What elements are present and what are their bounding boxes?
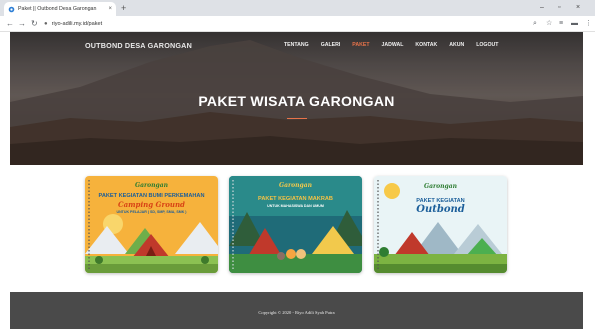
minimize-button[interactable]: – bbox=[540, 1, 544, 15]
nav-item-akun[interactable]: AKUN bbox=[449, 42, 464, 48]
tab-title: Paket || Outbond Desa Garongan bbox=[18, 6, 97, 12]
footer: Copyright © 2020 - Riyo Adili Syah Putra bbox=[10, 292, 583, 329]
nav-item-galeri[interactable]: GALERI bbox=[321, 42, 341, 48]
new-tab-button[interactable]: + bbox=[121, 2, 126, 14]
card-logo: Garongan bbox=[424, 183, 457, 190]
nav-item-logout[interactable]: LOGOUT bbox=[476, 42, 498, 48]
nav-item-tentang[interactable]: TENTANG bbox=[284, 42, 309, 48]
star-icon[interactable]: ☆ bbox=[546, 17, 552, 31]
hero-banner: OUTBOND DESA GARONGAN TENTANG GALERI PAK… bbox=[10, 32, 583, 165]
nav-item-jadwal[interactable]: JADWAL bbox=[382, 42, 404, 48]
extension-icon[interactable]: ▬ bbox=[571, 17, 578, 31]
card-title: PAKET KEGIATAN BUMI PERKEMAHAN bbox=[98, 193, 205, 199]
page-content: OUTBOND DESA GARONGAN TENTANG GALERI PAK… bbox=[0, 32, 595, 329]
tab-close-icon[interactable]: × bbox=[108, 6, 112, 12]
main-menu: TENTANG GALERI PAKET JADWAL KONTAK AKUN … bbox=[284, 42, 498, 48]
browser-tab[interactable]: Paket || Outbond Desa Garongan × bbox=[4, 2, 116, 16]
zoom-icon[interactable]: ⌕ bbox=[533, 17, 537, 31]
reload-icon[interactable]: ↻ bbox=[31, 17, 38, 31]
makrab-illustration bbox=[229, 176, 362, 273]
package-card-outbond[interactable]: Garongan PAKET KEGIATAN Outbond bbox=[374, 176, 507, 273]
menu-icon[interactable]: ⋮ bbox=[585, 17, 592, 31]
title-underline bbox=[287, 118, 307, 119]
media-icon[interactable]: ≡ bbox=[559, 17, 563, 31]
card-logo: Garongan bbox=[279, 182, 312, 189]
card-audience: UNTUK PELAJAR ( SD, SMP, SMA, SMK ) bbox=[116, 210, 187, 214]
package-card-camping[interactable]: Garongan PAKET KEGIATAN BUMI PERKEMAHAN … bbox=[85, 176, 218, 273]
brand-logo[interactable]: OUTBOND DESA GARONGAN bbox=[85, 41, 192, 50]
card-title: PAKET KEGIATAN MAKRAB bbox=[258, 196, 333, 202]
forward-icon[interactable]: → bbox=[18, 17, 26, 31]
lock-icon: ● bbox=[44, 21, 48, 27]
card-audience: UNTUK MAHASISWA DAN UMUM bbox=[267, 204, 324, 208]
copyright-text: Copyright © 2020 - Riyo Adili Syah Putra bbox=[258, 310, 335, 315]
card-logo: Garongan bbox=[135, 182, 168, 189]
url-text: riyo-adili.my.id/paket bbox=[51, 21, 103, 27]
back-icon[interactable]: ← bbox=[6, 17, 14, 31]
nav-item-kontak[interactable]: KONTAK bbox=[415, 42, 437, 48]
nav-item-paket[interactable]: PAKET bbox=[352, 42, 369, 48]
outbond-illustration bbox=[374, 176, 507, 273]
card-subtitle: Camping Ground bbox=[118, 200, 185, 209]
package-card-makrab[interactable]: Garongan PAKET KEGIATAN MAKRAB UNTUK MAH… bbox=[229, 176, 362, 273]
package-cards-section: Garongan PAKET KEGIATAN BUMI PERKEMAHAN … bbox=[10, 165, 583, 292]
maximize-button[interactable]: ▫ bbox=[558, 1, 560, 15]
url-input[interactable]: ● riyo-adili.my.id/paket bbox=[44, 18, 530, 30]
browser-tab-bar: Paket || Outbond Desa Garongan × + – ▫ × bbox=[0, 0, 595, 16]
page-title: PAKET WISATA GARONGAN bbox=[198, 93, 395, 109]
camping-illustration bbox=[85, 176, 218, 273]
card-subtitle: Outbond bbox=[416, 204, 465, 215]
favicon-icon bbox=[8, 6, 15, 12]
close-window-button[interactable]: × bbox=[576, 1, 580, 15]
address-bar-row: ← → ↻ ● riyo-adili.my.id/paket ⌕ ☆ ≡ ▬ ⋮ bbox=[0, 16, 595, 32]
